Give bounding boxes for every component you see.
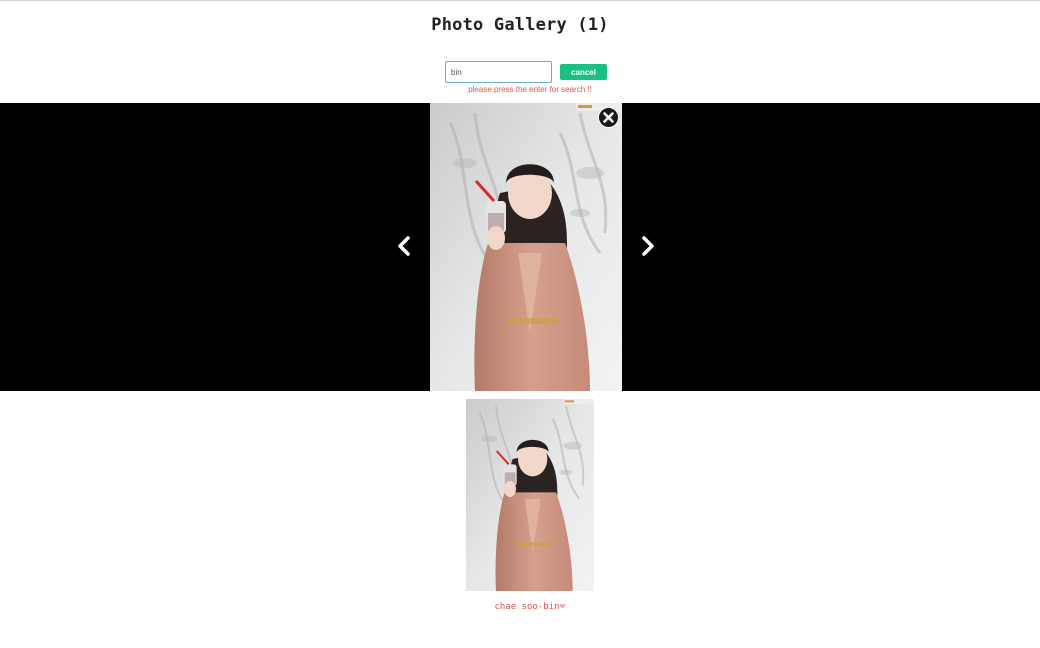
next-button[interactable] bbox=[638, 235, 658, 257]
cancel-button[interactable]: cancel bbox=[560, 64, 607, 80]
lightbox bbox=[0, 103, 1040, 391]
search-hint: please press the enter for search !! bbox=[468, 85, 592, 94]
gallery-thumbnail[interactable] bbox=[466, 399, 594, 591]
search-input[interactable] bbox=[445, 61, 552, 83]
lightbox-image bbox=[430, 103, 622, 391]
close-button[interactable] bbox=[598, 107, 619, 128]
top-divider bbox=[0, 0, 1040, 1]
close-icon bbox=[598, 107, 619, 128]
heart-icon: ❤ bbox=[559, 601, 566, 612]
page-title: Photo Gallery (1) bbox=[431, 15, 609, 35]
chevron-left-icon bbox=[398, 236, 410, 256]
chevron-right-icon bbox=[642, 236, 654, 256]
gallery-caption: chae soo-bin❤ bbox=[0, 601, 1040, 612]
caption-text: chae soo-bin bbox=[494, 602, 560, 612]
prev-button[interactable] bbox=[394, 235, 414, 257]
